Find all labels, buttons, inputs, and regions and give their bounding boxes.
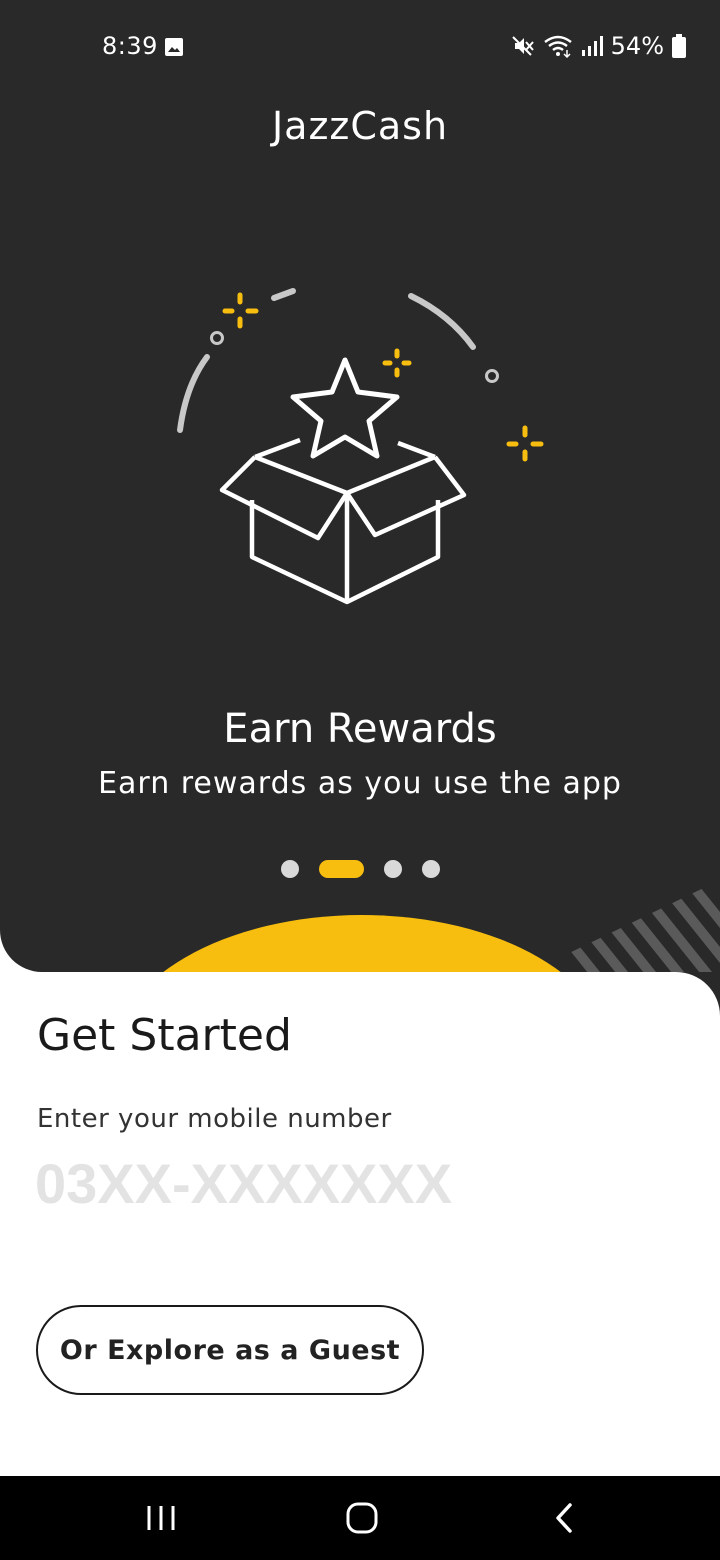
recent-apps-button[interactable] (101, 1476, 221, 1560)
wifi-icon (543, 35, 572, 58)
mute-icon (511, 36, 534, 56)
mobile-number-label: Enter your mobile number (37, 1104, 392, 1134)
status-icons: 54% (511, 30, 686, 62)
system-navigation-bar (0, 1476, 720, 1560)
battery-icon (672, 34, 686, 58)
home-icon (346, 1502, 378, 1534)
image-icon (165, 38, 183, 56)
home-button[interactable] (302, 1476, 422, 1560)
battery-percent: 54% (610, 32, 664, 60)
status-time: 8:39 (102, 32, 158, 60)
app-title: JazzCash (271, 104, 449, 148)
recent-apps-icon (147, 1506, 175, 1530)
decorative-shapes (153, 880, 720, 980)
mobile-number-input[interactable] (35, 1148, 675, 1218)
get-started-heading: Get Started (37, 1010, 292, 1061)
signal-icon (581, 36, 603, 56)
back-icon (556, 1503, 572, 1533)
back-button[interactable] (504, 1476, 624, 1560)
status-bar: 8:39 54% (0, 0, 720, 92)
slide-subtitle: Earn rewards as you use the app (98, 766, 622, 801)
gift-box-star-icon (177, 288, 544, 605)
slide-title: Earn Rewards (223, 706, 497, 752)
explore-as-guest-button[interactable]: Or Explore as a Guest (36, 1305, 424, 1395)
